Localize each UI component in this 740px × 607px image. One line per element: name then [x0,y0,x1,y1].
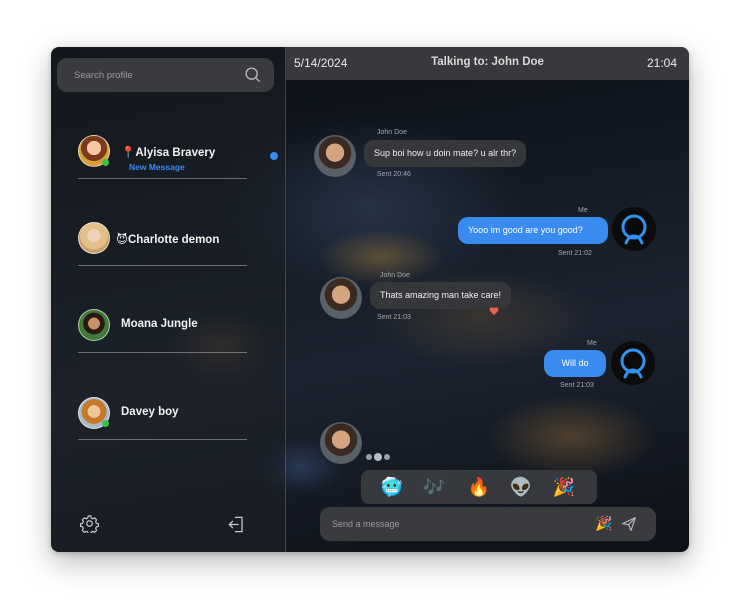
contact-name: 😈Charlotte demon [116,234,220,246]
fire-emoji-button[interactable]: 🔥 [467,475,491,499]
typing-dot [374,453,382,461]
avatar [78,309,110,341]
divider [78,352,247,353]
incoming-message-bubble[interactable]: Thats amazing man take care! [370,282,512,309]
logout-icon[interactable] [227,515,246,534]
online-status-dot [102,159,109,166]
my-avatar[interactable] [611,341,655,385]
contact-name: Moana Jungle [121,318,198,330]
unread-indicator [270,152,278,160]
online-status-dot [102,420,109,427]
gear-icon[interactable] [80,514,99,533]
search-box[interactable] [57,58,274,92]
chat-header: 5/14/2024 Talking to: John Doe 21:04 [286,47,689,80]
user-silhouette-icon [621,214,647,245]
send-icon[interactable] [621,516,637,532]
heart-reaction-icon[interactable] [489,306,499,316]
outgoing-message-bubble[interactable]: Will do [544,350,606,377]
message-timestamp: Sent 21:03 [560,382,594,389]
divider [78,265,247,266]
contact-item-alyisa[interactable]: 📍Alyisa Bravery New Message [78,133,278,179]
message-timestamp: Sent 20:46 [377,171,411,178]
contact-item-moana[interactable]: Moana Jungle [78,307,247,353]
message-sender: Me [578,207,588,214]
message-timestamp: Sent 21:03 [377,314,411,321]
search-input[interactable] [57,58,274,92]
freezing-face-emoji-button[interactable]: 🥶 [380,475,404,499]
contact-item-davey[interactable]: Davey boy [78,394,247,440]
chat-title: Talking to: John Doe [431,56,544,68]
divider [78,178,247,179]
alien-emoji-button[interactable]: 👽 [509,475,533,499]
my-avatar[interactable] [612,207,656,251]
contact-item-charlotte[interactable]: 😈Charlotte demon [78,220,247,266]
party-popper-emoji-button[interactable]: 🎉 [552,475,576,499]
message-composer: 🎉 [320,507,656,541]
message-sender: John Doe [377,129,407,136]
emoji-reaction-bar: 🥶 🎶 🔥 👽 🎉 [361,470,597,504]
typing-dot [366,454,372,460]
john-doe-avatar[interactable] [314,135,356,177]
typing-dot [384,454,390,460]
search-icon[interactable] [244,66,261,83]
sidebar: 📍Alyisa Bravery New Message 😈Charlotte d… [51,47,286,552]
message-timestamp: Sent 21:02 [558,250,592,257]
contact-name: Davey boy [121,406,179,418]
john-doe-avatar[interactable] [320,422,362,464]
divider [78,439,247,440]
header-time: 21:04 [646,56,677,70]
incoming-message-bubble[interactable]: Sup boi how u doin mate? u alr thr? [364,140,527,167]
music-notes-emoji-button[interactable]: 🎶 [422,475,446,499]
avatar [78,222,110,254]
message-sender: John Doe [380,272,410,279]
john-doe-avatar[interactable] [320,277,362,319]
new-message-label: New Message [129,162,185,172]
contact-name: 📍Alyisa Bravery [121,147,216,159]
user-silhouette-icon [620,348,646,379]
message-input[interactable] [320,507,580,541]
message-sender: Me [587,340,597,347]
emoji-picker-button[interactable]: 🎉 [595,515,612,532]
chat-app-window: 📍Alyisa Bravery New Message 😈Charlotte d… [51,47,689,552]
outgoing-message-bubble[interactable]: Yooo im good are you good? [458,217,608,244]
